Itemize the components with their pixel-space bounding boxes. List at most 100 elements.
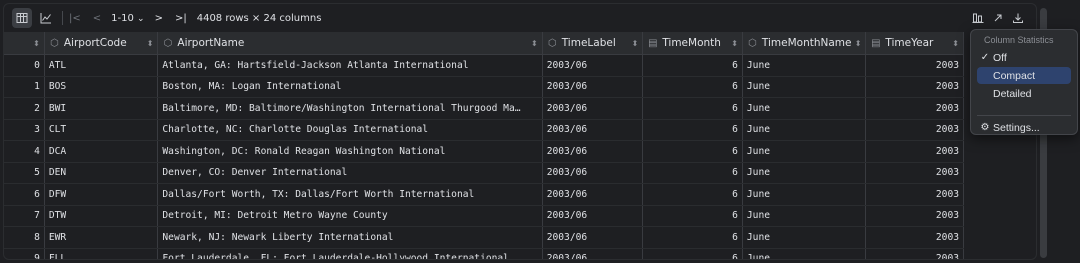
table-cell[interactable]: 2003/06 (543, 248, 644, 259)
table-cell[interactable]: 6 (643, 162, 743, 183)
prev-page-button[interactable]: < (93, 13, 101, 24)
table-cell[interactable]: 2003 (866, 76, 964, 97)
table-row[interactable]: 4 DCA Washington, DC: Ronald Reagan Washin… (4, 141, 964, 163)
table-cell[interactable]: 2003/06 (543, 162, 644, 183)
table-row[interactable]: 7 DTW Detroit, MI: Detroit Metro Wayne Cou… (4, 205, 964, 227)
table-cell[interactable]: 2003 (866, 141, 964, 162)
sort-icon[interactable]: ⬍ (632, 39, 639, 48)
column-header[interactable]: ▤ TimeYear ⬍ (866, 32, 964, 54)
table-cell[interactable]: 2003/06 (543, 55, 644, 76)
table-cell[interactable]: Dallas/Fort Worth, TX: Dallas/Fort Worth… (158, 184, 543, 205)
first-page-button[interactable]: |< (69, 13, 81, 24)
table-row[interactable]: 6 DFW Dallas/Fort Worth, TX: Dallas/Fort W… (4, 184, 964, 206)
table-cell[interactable]: Charlotte, NC: Charlotte Douglas Interna… (158, 119, 543, 140)
table-cell[interactable]: 2003/06 (543, 184, 644, 205)
number-type-icon: ▤ (648, 37, 658, 49)
column-statistics-icon[interactable] (968, 8, 988, 28)
table-cell[interactable]: 2003/06 (543, 119, 644, 140)
table-cell[interactable]: Detroit, MI: Detroit Metro Wayne County (158, 205, 543, 226)
table-cell[interactable]: June (743, 55, 867, 76)
table-cell[interactable]: DEN (45, 162, 159, 183)
column-header[interactable]: ⬡ AirportCode ⬍ (45, 32, 159, 54)
table-cell[interactable]: Denver, CO: Denver International (158, 162, 543, 183)
table-cell[interactable]: Fort Lauderdale, FL: Fort Lauderdale-Hol… (158, 248, 543, 259)
table-cell[interactable]: 6 (643, 119, 743, 140)
table-cell[interactable]: Newark, NJ: Newark Liberty International (158, 227, 543, 248)
table-cell[interactable]: EWR (45, 227, 159, 248)
last-page-button[interactable]: >| (175, 13, 187, 24)
table-cell[interactable]: June (743, 227, 867, 248)
table-cell[interactable]: 2003/06 (543, 227, 644, 248)
table-cell[interactable]: 6 (643, 98, 743, 119)
table-row[interactable]: 2 BWI Baltimore, MD: Baltimore/Washington … (4, 98, 964, 120)
table-cell[interactable]: June (743, 162, 867, 183)
table-cell[interactable]: 6 (643, 227, 743, 248)
table-cell[interactable]: 2003/06 (543, 98, 644, 119)
table-cell[interactable]: 2003 (866, 248, 964, 259)
table-row[interactable]: 8 EWR Newark, NJ: Newark Liberty Internati… (4, 227, 964, 249)
sort-icon[interactable]: ⬍ (952, 39, 959, 48)
chart-view-icon[interactable] (36, 8, 56, 28)
menu-item-settings[interactable]: ⚙ Settings... (977, 119, 1071, 136)
table-cell[interactable]: 2003 (866, 205, 964, 226)
column-header[interactable]: ▤ TimeMonth ⬍ (643, 32, 743, 54)
table-cell[interactable]: 6 (643, 184, 743, 205)
table-cell[interactable]: ATL (45, 55, 159, 76)
table-cell[interactable]: BWI (45, 98, 159, 119)
table-cell[interactable]: June (743, 141, 867, 162)
table-view-icon[interactable] (12, 8, 32, 28)
column-header[interactable]: ⬡ TimeMonthName ⬍ (743, 32, 867, 54)
table-cell[interactable]: Boston, MA: Logan International (158, 76, 543, 97)
table-row[interactable]: 1 BOS Boston, MA: Logan International 2003/… (4, 76, 964, 98)
menu-item-off[interactable]: ✓ Off (977, 49, 1071, 66)
table-cell[interactable]: BOS (45, 76, 159, 97)
download-icon[interactable] (1008, 8, 1028, 28)
table-cell[interactable]: 2003/06 (543, 76, 644, 97)
table-cell[interactable]: 2003 (866, 162, 964, 183)
sort-icon[interactable]: ⬍ (531, 39, 538, 48)
menu-item-compact[interactable]: Compact (977, 67, 1071, 84)
table-row[interactable]: 9 FLL Fort Lauderdale, FL: Fort Lauderdale… (4, 248, 964, 259)
table-cell[interactable]: 2003 (866, 184, 964, 205)
table-cell[interactable]: DTW (45, 205, 159, 226)
next-page-button[interactable]: > (155, 13, 163, 24)
table-cell[interactable]: June (743, 76, 867, 97)
table-cell[interactable]: 6 (643, 55, 743, 76)
table-row[interactable]: 0 ATL Atlanta, GA: Hartsfield-Jackson Atla… (4, 55, 964, 77)
table-cell[interactable]: Baltimore, MD: Baltimore/Washington Inte… (158, 98, 543, 119)
table-cell[interactable]: 6 (643, 141, 743, 162)
table-cell[interactable]: June (743, 205, 867, 226)
page-range-select[interactable]: 1-10 ⌄ (111, 13, 144, 24)
table-cell[interactable]: Atlanta, GA: Hartsfield-Jackson Atlanta … (158, 55, 543, 76)
sort-icon[interactable]: ⬍ (731, 39, 738, 48)
table-cell[interactable]: DFW (45, 184, 159, 205)
table-cell[interactable]: 6 (643, 76, 743, 97)
table-cell[interactable]: 2003 (866, 55, 964, 76)
table-cell[interactable]: FLL (45, 248, 159, 259)
table-cell[interactable]: 2003 (866, 227, 964, 248)
table-row[interactable]: 5 DEN Denver, CO: Denver International 2003… (4, 162, 964, 184)
table-cell[interactable]: 2003/06 (543, 141, 644, 162)
chevron-down-icon: ⌄ (137, 13, 145, 24)
table-cell[interactable]: June (743, 248, 867, 259)
table-row[interactable]: 3 CLT Charlotte, NC: Charlotte Douglas Int… (4, 119, 964, 141)
table-cell[interactable]: 6 (643, 248, 743, 259)
table-cell[interactable]: DCA (45, 141, 159, 162)
table-cell[interactable]: June (743, 119, 867, 140)
table-cell[interactable]: June (743, 98, 867, 119)
table-cell[interactable]: June (743, 184, 867, 205)
column-header[interactable]: ⬡ AirportName ⬍ (158, 32, 543, 54)
table-cell[interactable]: Washington, DC: Ronald Reagan Washington… (158, 141, 543, 162)
table-cell[interactable]: 6 (643, 205, 743, 226)
divider (62, 11, 63, 25)
table-cell[interactable]: 2003/06 (543, 205, 644, 226)
column-header[interactable]: ⬡ TimeLabel ⬍ (543, 32, 644, 54)
open-external-icon[interactable] (988, 8, 1008, 28)
table-cell[interactable]: 2003 (866, 119, 964, 140)
sort-icon[interactable]: ⬍ (855, 39, 862, 48)
table-cell[interactable]: 2003 (866, 98, 964, 119)
table-cell[interactable]: CLT (45, 119, 159, 140)
menu-item-detailed[interactable]: Detailed (977, 85, 1071, 102)
index-header[interactable]: ⬍ (4, 32, 45, 54)
sort-icon[interactable]: ⬍ (147, 39, 154, 48)
